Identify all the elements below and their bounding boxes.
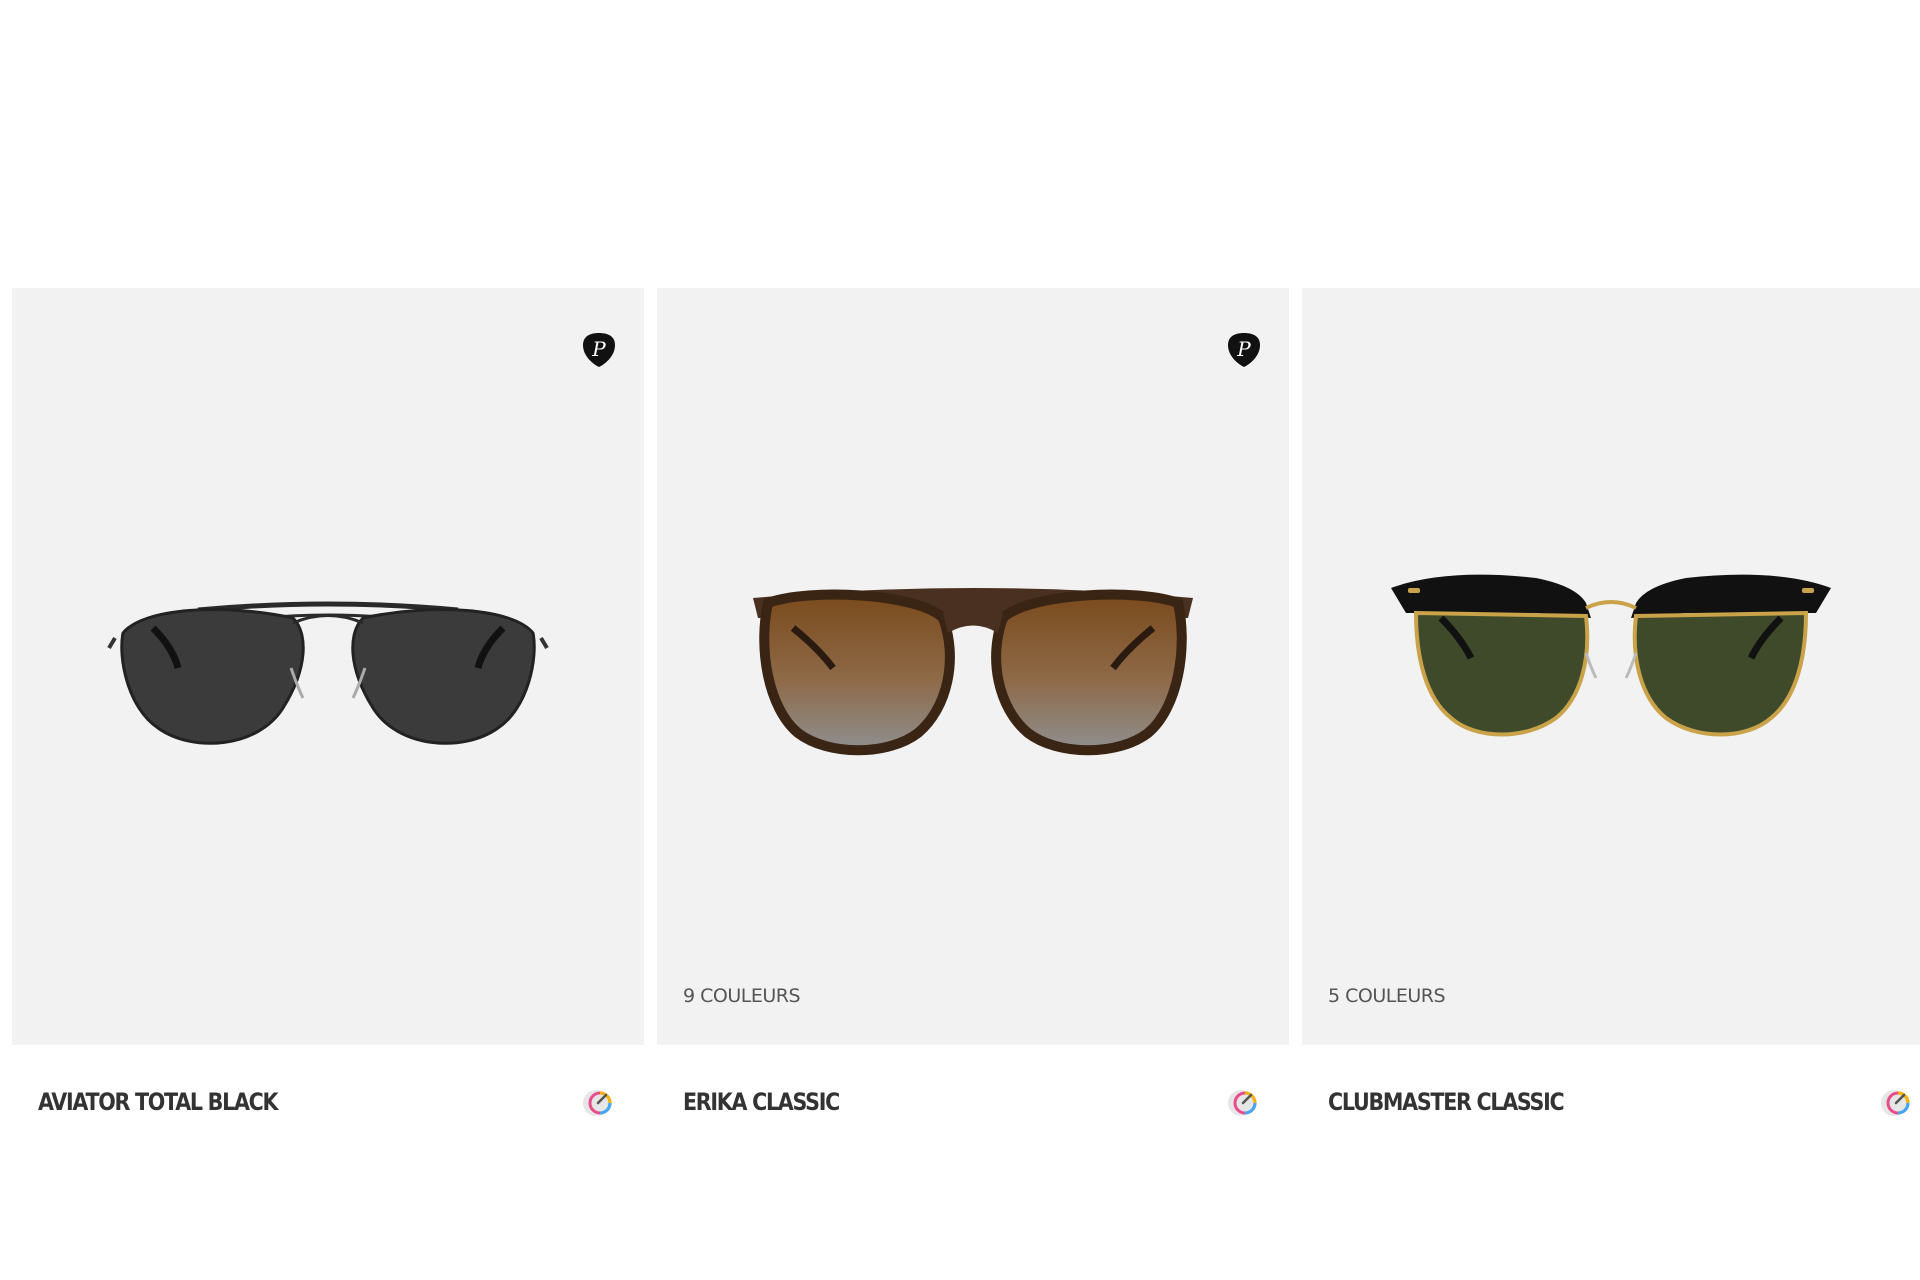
product-name[interactable]: CLUBMASTER CLASSIC bbox=[1328, 1088, 1565, 1116]
color-count-label: 5 COULEURS bbox=[1328, 985, 1446, 1007]
svg-text:P: P bbox=[591, 337, 606, 361]
polarized-icon: P bbox=[1228, 333, 1260, 367]
product-card[interactable]: P bbox=[657, 288, 1289, 1168]
clubmaster-sunglasses-icon bbox=[1391, 574, 1831, 737]
product-name[interactable]: AVIATOR TOTAL BLACK bbox=[38, 1088, 279, 1116]
aviator-sunglasses-icon bbox=[107, 601, 549, 745]
virtual-try-on-icon[interactable] bbox=[580, 1085, 616, 1121]
virtual-try-on-icon[interactable] bbox=[1878, 1085, 1914, 1121]
product-card[interactable]: P bbox=[12, 288, 644, 1168]
polarized-icon: P bbox=[583, 333, 615, 367]
round-sunglasses-icon bbox=[753, 588, 1193, 756]
product-image-tile[interactable]: P bbox=[657, 288, 1289, 1045]
product-name[interactable]: ERIKA CLASSIC bbox=[683, 1088, 840, 1116]
color-count-label: 9 COULEURS bbox=[683, 985, 801, 1007]
product-card[interactable]: 5 COULEURS CLUBMASTER CLASSIC bbox=[1302, 288, 1920, 1168]
svg-text:P: P bbox=[1236, 337, 1251, 361]
product-image-tile[interactable]: 5 COULEURS bbox=[1302, 288, 1920, 1045]
virtual-try-on-icon[interactable] bbox=[1225, 1085, 1261, 1121]
product-image-tile[interactable]: P bbox=[12, 288, 644, 1045]
product-grid: P AVIATOR TOTAL BLACK P 9 COULEURS ERIKA… bbox=[12, 288, 1920, 1168]
